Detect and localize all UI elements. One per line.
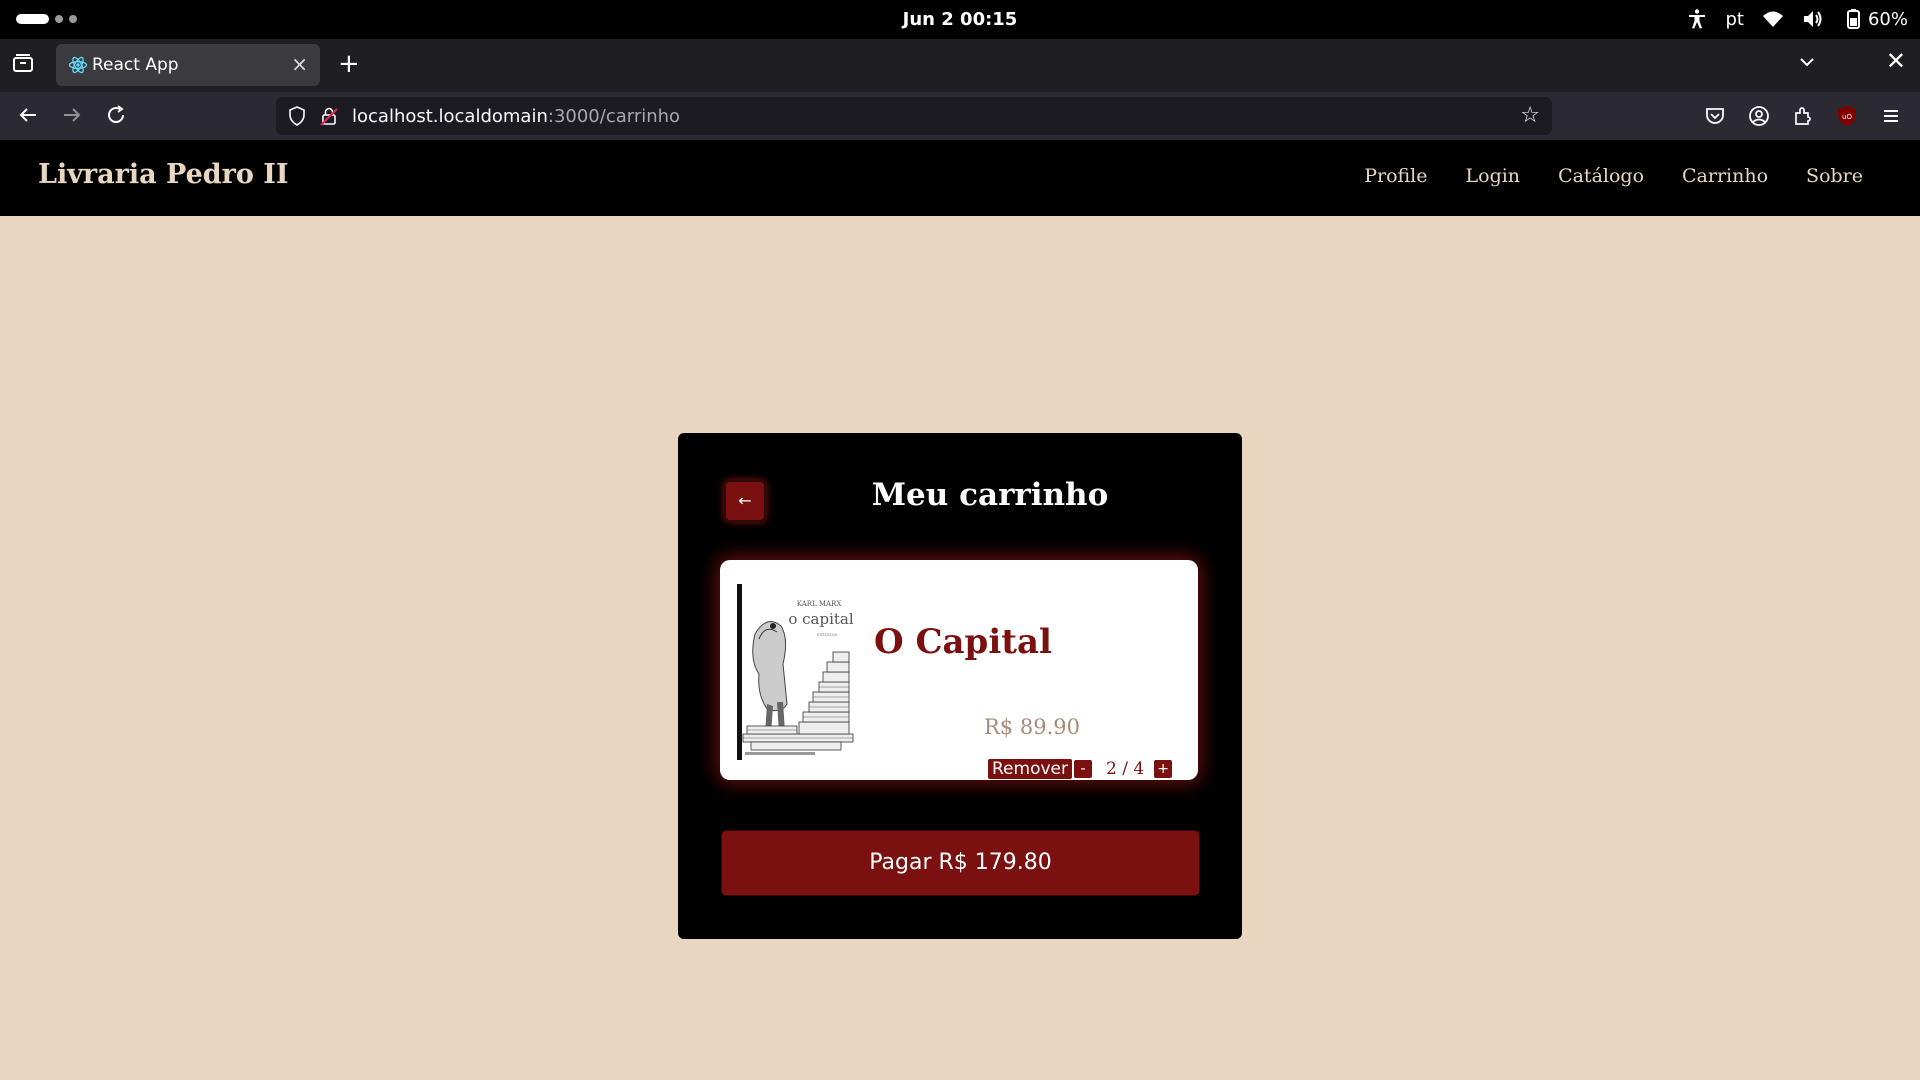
tracking-shield-icon[interactable] xyxy=(288,106,306,126)
volume-icon[interactable] xyxy=(1802,8,1824,30)
quantity-display: 2 / 4 xyxy=(1105,759,1145,779)
insecure-lock-icon[interactable] xyxy=(320,106,338,126)
system-tray[interactable]: pt 60% xyxy=(1686,8,1908,30)
cover-subtitle: extratos xyxy=(817,632,838,638)
remove-button[interactable]: Remover xyxy=(988,759,1072,779)
nav-link-carrinho[interactable]: Carrinho xyxy=(1682,165,1768,187)
address-bar[interactable]: localhost.localdomain:3000/carrinho ☆ xyxy=(276,97,1552,135)
bookmark-star-icon[interactable]: ☆ xyxy=(1520,103,1540,128)
site-nav: Profile Login Catálogo Carrinho Sobre xyxy=(1364,165,1920,187)
forward-arrow-icon[interactable] xyxy=(60,104,84,128)
item-title[interactable]: O Capital xyxy=(874,622,1052,662)
url-host: localhost.localdomain xyxy=(352,106,548,127)
nav-link-login[interactable]: Login xyxy=(1466,165,1521,187)
pocket-icon[interactable] xyxy=(1704,105,1726,127)
cart-item: KARL MARX o capital extratos O Capital R… xyxy=(720,560,1198,780)
site-header: Livraria Pedro II Profile Login Catálogo… xyxy=(0,140,1920,216)
back-arrow-icon[interactable] xyxy=(16,104,40,128)
system-clock[interactable]: Jun 2 00:15 xyxy=(0,9,1920,30)
item-price: R$ 89.90 xyxy=(984,715,1080,739)
url-text[interactable]: localhost.localdomain:3000/carrinho xyxy=(352,106,680,127)
tab-title: React App xyxy=(92,55,179,75)
reload-icon[interactable] xyxy=(104,104,128,128)
ublock-origin-icon[interactable]: uO xyxy=(1836,105,1858,127)
pay-button[interactable]: Pagar R$ 179.80 xyxy=(721,830,1200,896)
language-indicator[interactable]: pt xyxy=(1726,9,1744,30)
site-brand[interactable]: Livraria Pedro II xyxy=(38,159,289,190)
account-icon[interactable] xyxy=(1748,105,1770,127)
svg-text:uO: uO xyxy=(1842,113,1852,121)
browser-tab[interactable]: React App × xyxy=(56,44,320,86)
wifi-icon[interactable] xyxy=(1762,8,1784,30)
tab-list-chevron-icon[interactable] xyxy=(1798,53,1816,75)
battery-status[interactable]: 60% xyxy=(1842,8,1908,30)
battery-icon xyxy=(1842,8,1864,30)
react-logo-icon xyxy=(68,55,88,75)
nav-link-catalogo[interactable]: Catálogo xyxy=(1558,165,1644,187)
nav-link-profile[interactable]: Profile xyxy=(1364,165,1427,187)
window-close-icon[interactable]: ✕ xyxy=(1886,47,1906,75)
tab-close-icon[interactable]: × xyxy=(291,52,308,76)
item-actions: Remover - 2 / 4 + xyxy=(988,759,1173,779)
book-cover-image[interactable]: KARL MARX o capital extratos xyxy=(737,584,857,760)
accessibility-icon[interactable] xyxy=(1686,8,1708,30)
hamburger-menu-icon[interactable] xyxy=(1880,105,1902,127)
url-path: :3000/carrinho xyxy=(547,106,681,127)
battery-percent: 60% xyxy=(1867,8,1908,30)
new-tab-icon[interactable]: + xyxy=(338,49,360,79)
cover-author: KARL MARX xyxy=(797,600,842,608)
extensions-icon[interactable] xyxy=(1792,105,1814,127)
cart-title: Meu carrinho xyxy=(871,477,1109,513)
cart-panel: ← Meu carrinho KARL MARX o capital extra… xyxy=(678,433,1242,939)
browser-tab-strip: React App × + ✕ xyxy=(0,39,1920,92)
tab-overview-icon[interactable] xyxy=(12,53,34,73)
cover-title: o capital xyxy=(788,610,854,628)
os-top-bar: Jun 2 00:15 pt 60% xyxy=(0,0,1920,39)
nav-link-sobre[interactable]: Sobre xyxy=(1806,165,1863,187)
increment-button[interactable]: + xyxy=(1154,760,1173,778)
browser-toolbar: uO xyxy=(1704,92,1920,140)
decrement-button[interactable]: - xyxy=(1073,760,1092,778)
browser-nav-bar: localhost.localdomain:3000/carrinho ☆ uO xyxy=(0,92,1920,140)
